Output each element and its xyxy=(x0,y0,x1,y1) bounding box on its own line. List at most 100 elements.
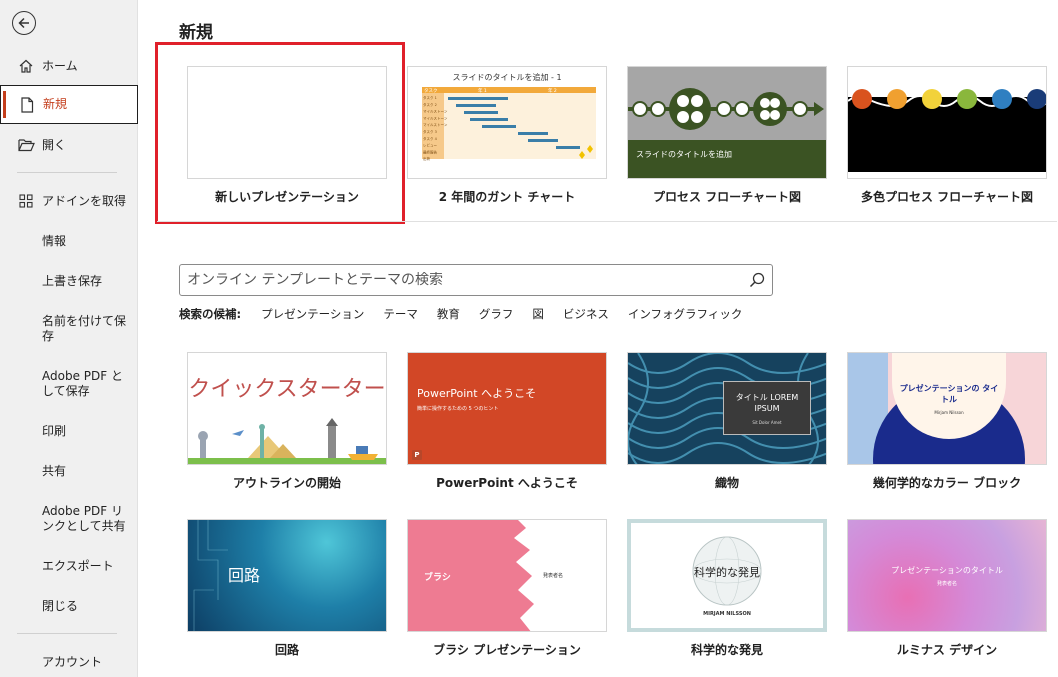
thumb-subtitle: 発表者名 xyxy=(543,573,564,579)
template-thumbnail: タイトル LOREM IPSUM Sit Dolor Amet xyxy=(627,352,827,465)
template-label: 幾何学的なカラー ブロック xyxy=(872,476,1022,490)
template-label: 2 年間のガント チャート xyxy=(438,190,576,204)
thumb-title: スライドのタイトルを追加 xyxy=(636,150,732,159)
nav-label: 情報 xyxy=(42,233,67,248)
nav-export[interactable]: エクスポート xyxy=(0,555,138,577)
template-label: 織物 xyxy=(714,476,739,490)
template-label: 多色プロセス フローチャート図 xyxy=(860,190,1034,204)
nav-share-adobe-pdf-link[interactable]: Adobe PDF リンクとして共有 xyxy=(0,503,138,535)
gantt-row-label: タスク 3 xyxy=(423,129,437,134)
search-input[interactable] xyxy=(180,272,742,288)
nav-label: Adobe PDF として保存 xyxy=(42,369,123,398)
apps-grid-icon xyxy=(17,193,35,209)
template-label: 科学的な発見 xyxy=(690,643,763,657)
template-thumbnail: クイックスターター xyxy=(187,352,387,465)
template-label: ブラシ プレゼンテーション xyxy=(433,643,581,657)
nav-close[interactable]: 閉じる xyxy=(0,595,138,617)
gantt-row-label: マイルストーン xyxy=(423,122,448,127)
nav-save-as[interactable]: 名前を付けて保存 xyxy=(0,313,138,345)
thumb-title: スライドのタイトルを追加 - 1 xyxy=(452,73,562,82)
template-tile-geometric-color-block[interactable]: プレゼンテーションの タイトル Mirjam Nilsson 幾何学的なカラー … xyxy=(847,352,1047,491)
svg-text:タスク: タスク xyxy=(424,87,438,94)
gantt-row-label: マイルストーン xyxy=(423,109,448,114)
page-title: 新規 xyxy=(179,23,213,43)
suggestion-graph[interactable]: グラフ xyxy=(479,306,514,322)
nav-label: アドインを取得 xyxy=(42,193,127,208)
template-tile-circuit[interactable]: 回路 回路 xyxy=(187,519,387,658)
nav-open[interactable]: 開く xyxy=(0,134,138,156)
powerpoint-logo-icon: P xyxy=(412,450,422,460)
powerpoint-backstage: ホーム 新規 開く アドインを取得 情報 上書き保存 名前を付けて保存 Adob… xyxy=(0,0,1058,677)
gantt-row-label: レビュー xyxy=(423,143,437,148)
nav-label: 上書き保存 xyxy=(42,273,103,288)
template-tile-welcome-powerpoint[interactable]: PowerPoint へようこそ 簡単に操作するための 5 つのヒント P Po… xyxy=(407,352,607,491)
gantt-row-label: マイルストーン xyxy=(423,115,448,120)
template-label: PowerPoint へようこそ xyxy=(436,476,578,490)
thumb-title: 科学的な発見 xyxy=(694,566,760,579)
suggestion-theme[interactable]: テーマ xyxy=(383,306,418,322)
template-tile-process-flowchart[interactable]: スライドのタイトルを追加 プロセス フローチャート図 xyxy=(627,66,827,205)
nav-label: ホーム xyxy=(42,58,78,73)
search-button[interactable] xyxy=(742,265,772,295)
template-label: アウトラインの開始 xyxy=(232,476,341,490)
template-label: ルミナス デザイン xyxy=(896,643,998,657)
nav-new[interactable]: 新規 xyxy=(0,85,138,124)
thumb-title: PowerPoint へようこそ xyxy=(417,387,537,400)
gantt-row-label: タスク 4 xyxy=(423,136,438,141)
nav-get-addins[interactable]: アドインを取得 xyxy=(0,190,138,212)
main-content: 新規 新しいプレゼンテーション スライドのタイトルを追加 - 1 タスク 年 1… xyxy=(139,0,1058,677)
nav-share[interactable]: 共有 xyxy=(0,460,138,482)
svg-text:年 2: 年 2 xyxy=(548,87,557,94)
gantt-chart-graphic: タスク 年 1 年 2 タスク 1 タスク 2 マイルストーンマイルストーンマイルス… xyxy=(422,87,596,161)
template-thumbnail: プレゼンテーションのタイトル 発表者名 xyxy=(847,519,1047,632)
svg-text:年 1: 年 1 xyxy=(478,87,487,94)
suggestion-education[interactable]: 教育 xyxy=(437,306,460,322)
gantt-row-label: タスク 2 xyxy=(423,102,437,107)
nav-info[interactable]: 情報 xyxy=(0,230,138,252)
template-tile-multicolor-flowchart[interactable]: 多色プロセス フローチャート図 xyxy=(847,66,1047,205)
template-tile-scientific-discovery[interactable]: 科学的な発見 MIRJAM NILSSON 科学的な発見 xyxy=(627,519,827,658)
template-thumbnail: スライドのタイトルを追加 xyxy=(627,66,827,179)
template-tile-woven[interactable]: タイトル LOREM IPSUM Sit Dolor Amet 織物 xyxy=(627,352,827,491)
nav-label: 開く xyxy=(42,137,67,152)
template-tile-blank[interactable]: 新しいプレゼンテーション xyxy=(187,66,387,205)
nav-save-as-adobe-pdf[interactable]: Adobe PDF として保存 xyxy=(0,368,138,400)
thumb-title: プレゼンテーションの タイトル xyxy=(899,384,999,404)
nav-print[interactable]: 印刷 xyxy=(0,420,138,442)
template-tile-brush[interactable]: ブラシ 発表者名 ブラシ プレゼンテーション xyxy=(407,519,607,658)
template-search-box xyxy=(179,264,773,296)
gantt-row-label: 最終報告 xyxy=(423,149,437,154)
suggestion-infographic[interactable]: インフォグラフィック xyxy=(628,306,742,322)
nav-label: エクスポート xyxy=(42,558,114,573)
template-label: 新しいプレゼンテーション xyxy=(215,190,359,204)
back-arrow-icon xyxy=(18,17,29,29)
thumb-title: プレゼンテーションのタイトル xyxy=(891,566,1003,575)
nav-account[interactable]: アカウント xyxy=(0,651,138,673)
sidebar: ホーム 新規 開く アドインを取得 情報 上書き保存 名前を付けて保存 Adob… xyxy=(0,0,138,677)
template-tile-gantt[interactable]: スライドのタイトルを追加 - 1 タスク 年 1 年 2 タスク 1 タスク 2 マ… xyxy=(407,66,607,205)
template-thumbnail: スライドのタイトルを追加 - 1 タスク 年 1 年 2 タスク 1 タスク 2 マ… xyxy=(407,66,607,179)
thumb-title: タイトル LOREM IPSUM xyxy=(735,393,799,413)
suggestion-business[interactable]: ビジネス xyxy=(563,306,609,322)
gantt-row-label: タスク 1 xyxy=(423,95,437,100)
template-thumbnail: 回路 xyxy=(187,519,387,632)
thumb-subtitle: MIRJAM NILSSON xyxy=(703,611,751,617)
nav-label: Adobe PDF リンクとして共有 xyxy=(42,504,126,533)
template-thumbnail: PowerPoint へようこそ 簡単に操作するための 5 つのヒント P xyxy=(407,352,607,465)
template-thumbnail xyxy=(187,66,387,179)
thumb-subtitle: 簡単に操作するための 5 つのヒント xyxy=(417,406,499,412)
thumb-title-box: タイトル LOREM IPSUM Sit Dolor Amet xyxy=(723,381,811,435)
nav-save[interactable]: 上書き保存 xyxy=(0,270,138,292)
template-tile-luminous[interactable]: プレゼンテーションのタイトル 発表者名 ルミナス デザイン xyxy=(847,519,1047,658)
circuit-graphic xyxy=(193,520,228,631)
flowchart-graphic xyxy=(628,88,824,130)
nav-divider xyxy=(17,172,117,173)
multicolor-flow-graphic xyxy=(848,89,1046,109)
nav-label: 新規 xyxy=(43,97,68,111)
suggestion-presentation[interactable]: プレゼンテーション xyxy=(261,306,364,322)
suggestion-diagram[interactable]: 図 xyxy=(532,306,544,322)
nav-home[interactable]: ホーム xyxy=(0,55,138,77)
template-tile-quick-starter[interactable]: クイックスターター アウトラインの開始 xyxy=(187,352,387,491)
back-button[interactable] xyxy=(12,11,36,35)
template-thumbnail: 科学的な発見 MIRJAM NILSSON xyxy=(627,519,827,632)
